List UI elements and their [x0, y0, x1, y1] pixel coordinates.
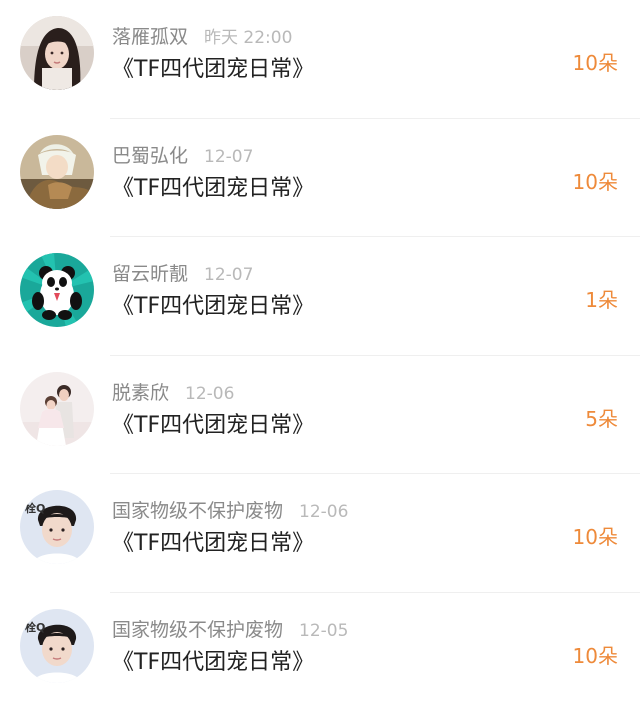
record-meta: 国家物级不保护废物 12-05	[112, 617, 348, 643]
avatar[interactable]: 栓Q	[20, 608, 94, 683]
record-time: 12-05	[299, 620, 349, 641]
list-item[interactable]: 留云昕靓 12-07 《TF四代团宠日常》 1朵	[0, 237, 640, 356]
record-time: 12-06	[299, 502, 349, 522]
user-name[interactable]: 落雁孤双	[112, 26, 188, 48]
list-item[interactable]: 栓Q 国家物级不保护废物 12-05 《TF四代团宠日常》 10朵	[0, 593, 640, 709]
list-item[interactable]: 巴蜀弘化 12-07 《TF四代团宠日常》 10朵	[0, 119, 640, 237]
anime-illustration-icon	[20, 134, 94, 209]
couple-photo-icon	[20, 371, 94, 446]
record-meta: 落雁孤双 昨天 22:00	[112, 24, 292, 50]
list-item[interactable]: 栓Q 国家物级不保护废物 12-06 《TF四代团宠日常》 10朵	[0, 474, 640, 593]
avatar-caption: 栓Q	[25, 501, 45, 515]
user-name[interactable]: 巴蜀弘化	[112, 145, 188, 167]
boy-photo-icon: 栓Q	[20, 608, 94, 683]
avatar[interactable]: 栓Q	[20, 490, 94, 564]
record-meta: 巴蜀弘化 12-07	[112, 143, 253, 169]
gift-amount: 10朵	[572, 525, 618, 549]
book-title[interactable]: 《TF四代团宠日常》	[112, 55, 314, 85]
record-meta: 脱素欣 12-06	[112, 380, 234, 406]
gift-amount: 5朵	[585, 406, 618, 431]
gift-amount: 10朵	[572, 51, 618, 75]
gift-record-list: 落雁孤双 昨天 22:00 《TF四代团宠日常》 10朵 巴蜀弘化 12-07 《T…	[0, 0, 640, 709]
user-name[interactable]: 国家物级不保护废物	[112, 500, 283, 522]
record-time: 昨天 22:00	[204, 28, 293, 48]
avatar[interactable]	[20, 134, 94, 209]
record-meta: 国家物级不保护废物 12-06	[112, 498, 348, 524]
boy-photo-icon: 栓Q	[20, 490, 94, 564]
user-name[interactable]: 国家物级不保护废物	[112, 619, 283, 641]
user-name[interactable]: 脱素欣	[112, 382, 169, 404]
gift-amount: 10朵	[572, 169, 618, 194]
book-title[interactable]: 《TF四代团宠日常》	[112, 411, 314, 441]
book-title[interactable]: 《TF四代团宠日常》	[112, 174, 314, 204]
avatar[interactable]	[20, 253, 94, 327]
record-time: 12-06	[185, 383, 235, 404]
book-title[interactable]: 《TF四代团宠日常》	[112, 292, 314, 322]
record-time: 12-07	[204, 146, 254, 167]
woman-portrait-icon	[20, 16, 94, 90]
book-title[interactable]: 《TF四代团宠日常》	[112, 648, 314, 678]
avatar[interactable]	[20, 16, 94, 90]
book-title[interactable]: 《TF四代团宠日常》	[112, 529, 314, 559]
list-item[interactable]: 落雁孤双 昨天 22:00 《TF四代团宠日常》 10朵	[0, 0, 640, 119]
record-time: 12-07	[204, 265, 254, 285]
list-item[interactable]: 脱素欣 12-06 《TF四代团宠日常》 5朵	[0, 356, 640, 474]
avatar-caption: 栓Q	[25, 620, 45, 634]
panda-cartoon-icon	[20, 253, 94, 327]
user-name[interactable]: 留云昕靓	[112, 263, 188, 285]
record-meta: 留云昕靓 12-07	[112, 261, 253, 287]
gift-amount: 1朵	[585, 288, 618, 312]
gift-amount: 10朵	[572, 643, 618, 668]
avatar[interactable]	[20, 371, 94, 446]
